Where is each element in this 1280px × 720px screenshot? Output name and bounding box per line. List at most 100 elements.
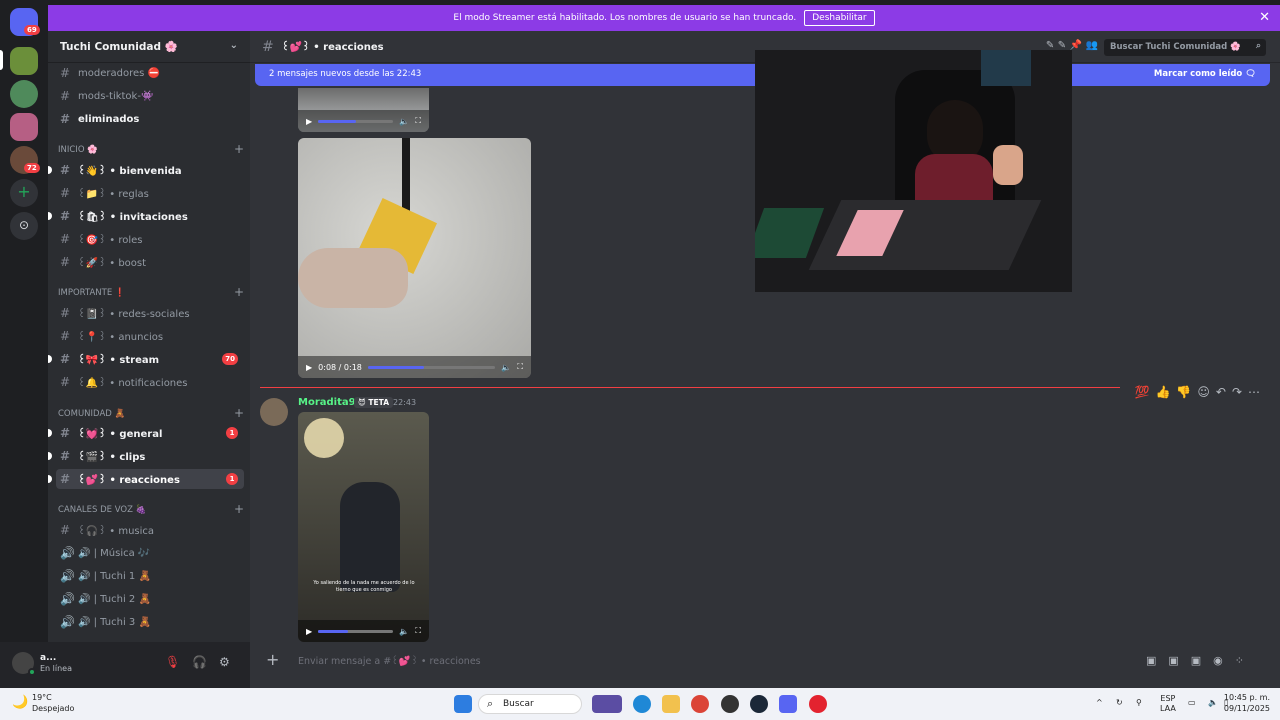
- taskbar-search[interactable]: ⌕ Buscar: [478, 694, 582, 714]
- server-icon-land[interactable]: [10, 47, 38, 75]
- sync-icon[interactable]: ↻: [1116, 698, 1123, 708]
- reply-icon[interactable]: ↶: [1216, 385, 1226, 399]
- video-seekbar[interactable]: [367, 365, 496, 369]
- fullscreen-icon[interactable]: ⛶: [517, 362, 523, 372]
- disable-streamer-button[interactable]: Deshabilitar: [804, 10, 875, 26]
- channel-item[interactable]: # ꒰👋꒱ • bienvenida: [48, 160, 244, 180]
- windows-taskbar: 🌙 19°C Despejado ⌕ Buscar ^ ↻ ⚲ ESP LAA …: [0, 688, 1280, 720]
- screen: 69 72 + ⊙ El modo Streamer está habilita…: [0, 0, 1280, 720]
- category-header[interactable]: IMPORTANTE ❗ +: [58, 285, 244, 299]
- widget-icon[interactable]: [592, 695, 622, 713]
- discord-icon[interactable]: [779, 695, 797, 713]
- category-header[interactable]: INICIO 🌸 +: [58, 142, 244, 156]
- channel-item[interactable]: # ꒰🎯꒱ • roles: [56, 229, 244, 249]
- close-icon[interactable]: ✕: [1259, 10, 1270, 25]
- language-indicator[interactable]: ESP LAA: [1160, 694, 1176, 714]
- server-icon-tuchi[interactable]: [10, 113, 38, 141]
- channel-item[interactable]: 🔊 🔊 | Música 🎶: [56, 543, 244, 563]
- channel-item[interactable]: # ꒰📓꒱ • redes-sociales: [56, 303, 244, 323]
- play-icon[interactable]: ▶: [306, 363, 312, 372]
- search-input[interactable]: Buscar Tuchi Comunidad 🌸 ⌕: [1104, 39, 1266, 56]
- network-icon[interactable]: ▭: [1188, 698, 1196, 708]
- more-icon[interactable]: ⋯: [1248, 385, 1260, 399]
- headphones-icon[interactable]: 🎧: [192, 655, 207, 669]
- thumbs-down-icon[interactable]: 👎: [1176, 385, 1191, 399]
- gear-icon[interactable]: ⚙: [219, 655, 230, 669]
- unread-indicator: [48, 475, 52, 483]
- app-icon[interactable]: [721, 695, 739, 713]
- add-server-icon[interactable]: +: [10, 179, 38, 207]
- channel-item[interactable]: # ꒰🚀꒱ • boost: [56, 252, 244, 272]
- channel-item[interactable]: 🔊 🔊 | Tuchi 2 🧸: [56, 589, 244, 609]
- chevron-up-icon[interactable]: ^: [1096, 698, 1103, 708]
- volume-icon[interactable]: 🔈: [399, 117, 409, 126]
- channel-item[interactable]: # ꒰💕꒱ • reacciones 1: [48, 469, 244, 489]
- mark-read-button[interactable]: Marcar como leído 🗨: [1154, 69, 1256, 79]
- search-icon: ⌕: [487, 697, 494, 710]
- server-header[interactable]: Tuchi Comunidad 🌸 ⌄: [48, 31, 250, 63]
- add-channel-icon[interactable]: +: [234, 142, 244, 156]
- channel-item[interactable]: # ꒰🎧꒱ • musica: [56, 520, 244, 540]
- thumbs-up-icon[interactable]: 👍: [1155, 385, 1170, 399]
- video-attachment[interactable]: ▶ 0:08 / 0:18 🔈 ⛶: [298, 138, 531, 378]
- channel-item[interactable]: # ꒰📁꒱ • reglas: [56, 183, 244, 203]
- message-composer[interactable]: + Enviar mensaje a #꒰💕꒱ • reacciones ▣▣▣…: [260, 646, 1270, 676]
- hash-icon: #: [60, 426, 71, 440]
- chrome-icon[interactable]: [691, 695, 709, 713]
- channel-item[interactable]: # ꒰🛍꒱ • invitaciones: [48, 206, 244, 226]
- steam-icon[interactable]: [750, 695, 768, 713]
- volume-icon[interactable]: 🔈: [399, 627, 409, 636]
- server-rail: 69 72 + ⊙: [0, 0, 48, 688]
- channel-label: ꒰🎀꒱ • stream: [78, 354, 160, 366]
- reaction-100-icon[interactable]: 💯: [1135, 385, 1150, 399]
- add-channel-icon[interactable]: +: [234, 285, 244, 299]
- add-reaction-icon[interactable]: ☺: [1197, 385, 1210, 399]
- category-header[interactable]: COMUNIDAD 🧸 +: [58, 406, 244, 420]
- search-placeholder: Buscar Tuchi Comunidad 🌸: [1110, 42, 1241, 52]
- unread-indicator: [48, 166, 52, 174]
- channel-item[interactable]: # ꒰💓꒱ • general 1: [48, 423, 244, 443]
- tray-app-icon[interactable]: ⚲: [1136, 698, 1142, 708]
- windows-start-icon[interactable]: [454, 695, 472, 713]
- channel-item[interactable]: 🔊 🔊 | Tuchi 3 🧸: [56, 612, 244, 632]
- channel-item[interactable]: # mods-tiktok-👾: [56, 86, 244, 106]
- video-seekbar[interactable]: [318, 119, 394, 123]
- mute-mic-icon[interactable]: 🎙: [165, 655, 180, 669]
- channel-item[interactable]: 🔊 🔊 | Tuchi 1 🧸: [56, 566, 244, 586]
- file-explorer-icon[interactable]: [662, 695, 680, 713]
- play-icon[interactable]: ▶: [306, 117, 312, 126]
- add-channel-icon[interactable]: +: [234, 502, 244, 516]
- fullscreen-icon[interactable]: ⛶: [415, 626, 421, 636]
- server-icon-2[interactable]: [10, 80, 38, 108]
- channel-label: ꒰🛍꒱ • invitaciones: [78, 211, 188, 223]
- play-icon[interactable]: ▶: [306, 627, 312, 636]
- volume-icon[interactable]: 🔈: [1208, 698, 1218, 708]
- composer-tools[interactable]: ▣▣▣◉⁘: [1146, 654, 1256, 667]
- add-attachment-icon[interactable]: +: [266, 650, 279, 669]
- hash-icon: #: [60, 523, 71, 537]
- video-attachment-tiktok[interactable]: Yo saliendo de la nada me acuerdo de lo …: [298, 412, 429, 642]
- message-author[interactable]: Moradita97: [298, 397, 363, 408]
- channel-label: 🔊 | Tuchi 2 🧸: [78, 593, 151, 605]
- clock[interactable]: 10:45 p. m. 09/11/2025: [1224, 692, 1270, 714]
- channel-label: moderadores ⛔: [78, 67, 160, 79]
- avatar[interactable]: [260, 398, 288, 426]
- video-seekbar[interactable]: [318, 629, 394, 633]
- fullscreen-icon[interactable]: ⛶: [415, 116, 421, 126]
- channel-item[interactable]: # ꒰🎀꒱ • stream 70: [48, 349, 244, 369]
- channel-item[interactable]: # ꒰🎬꒱ • clips: [48, 446, 244, 466]
- unread-indicator: [48, 355, 52, 363]
- message-actions[interactable]: 💯 👍 👎 ☺ ↶ ↷ ⋯: [1135, 385, 1261, 399]
- forward-icon[interactable]: ↷: [1232, 385, 1242, 399]
- add-channel-icon[interactable]: +: [234, 406, 244, 420]
- channel-item[interactable]: # ꒰📍꒱ • anuncios: [56, 326, 244, 346]
- channel-item[interactable]: # ꒰🔔꒱ • notificaciones: [56, 372, 244, 392]
- volume-icon[interactable]: 🔈: [501, 363, 511, 372]
- explore-icon[interactable]: ⊙: [10, 212, 38, 240]
- channel-item[interactable]: # eliminados: [56, 109, 244, 129]
- category-header[interactable]: CANALES DE VOZ 🍇 +: [58, 502, 244, 516]
- edge-icon[interactable]: [633, 695, 651, 713]
- video-attachment-prev[interactable]: ▶ 🔈 ⛶: [298, 88, 429, 132]
- opera-icon[interactable]: [809, 695, 827, 713]
- channel-item[interactable]: # moderadores ⛔: [56, 63, 244, 83]
